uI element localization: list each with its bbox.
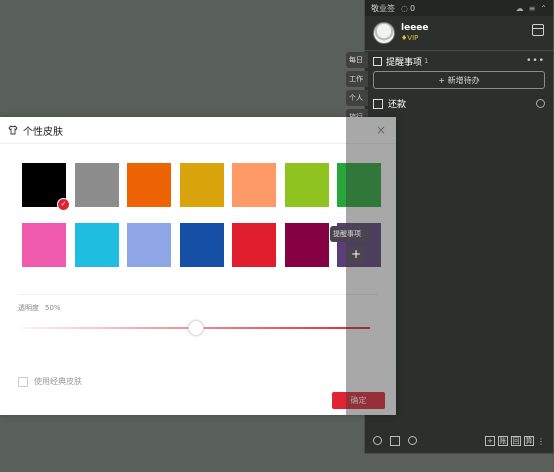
- color-swatch[interactable]: [127, 223, 171, 267]
- shirt-icon: [8, 125, 18, 135]
- color-swatch[interactable]: [232, 163, 276, 207]
- color-swatch[interactable]: [75, 163, 119, 207]
- side-tab[interactable]: 工作: [346, 71, 368, 87]
- confirm-button[interactable]: 确定: [332, 392, 385, 409]
- classic-skin-label: 使用经典皮肤: [34, 377, 82, 386]
- opacity-slider-handle[interactable]: [188, 320, 204, 336]
- panel-titlebar: 敬业签 ◌ 0 ☁ ≡ ⌃: [365, 0, 553, 16]
- more-vertical-icon[interactable]: ⋮: [537, 437, 545, 446]
- remind-title: 提醒事项: [386, 57, 423, 68]
- archive-icon[interactable]: [390, 436, 400, 446]
- classic-skin-option[interactable]: 使用经典皮肤: [18, 376, 82, 387]
- check-icon: ✓: [57, 198, 70, 211]
- todo-text: 还款: [388, 100, 407, 110]
- todo-checkbox[interactable]: [373, 98, 383, 109]
- side-tab-active[interactable]: 提醒事项: [330, 226, 370, 242]
- color-swatch[interactable]: [75, 223, 119, 267]
- reply-button[interactable]: 回: [511, 436, 521, 446]
- collapse-icon[interactable]: ⌃: [540, 4, 547, 13]
- remind-count: 1: [424, 57, 429, 65]
- color-swatch[interactable]: [337, 163, 381, 207]
- color-swatch[interactable]: ✓: [22, 163, 70, 211]
- opacity-value: 50%: [45, 304, 61, 312]
- dialog-title: 个性皮肤: [23, 126, 63, 138]
- color-swatch[interactable]: [22, 223, 66, 267]
- color-swatch[interactable]: [127, 163, 171, 207]
- classic-skin-checkbox[interactable]: [18, 376, 28, 387]
- side-tab[interactable]: 每日: [346, 52, 368, 68]
- color-swatch[interactable]: [180, 223, 224, 267]
- cloud-icon[interactable]: ☁: [516, 4, 524, 13]
- todo-item[interactable]: 还款: [365, 97, 553, 110]
- notification-count[interactable]: ◌ 0: [401, 4, 415, 13]
- menu-icon[interactable]: ≡: [529, 4, 536, 13]
- skin-dialog: 个性皮肤 × ✓ 透明度 50% 使用经典皮肤 确定: [0, 117, 396, 415]
- color-swatch[interactable]: [232, 223, 276, 267]
- remind-header: 提醒事项 1 •••: [365, 51, 553, 71]
- color-swatch[interactable]: [285, 223, 329, 267]
- close-icon[interactable]: ×: [376, 123, 386, 137]
- username: leeee: [401, 23, 429, 33]
- remind-icon: [373, 56, 382, 66]
- history-icon[interactable]: [373, 436, 382, 445]
- add-todo-button[interactable]: + 新增待办: [373, 71, 545, 89]
- panel-toolbar: + 账 回 算 ⋮: [365, 429, 553, 453]
- search-icon[interactable]: [408, 436, 417, 445]
- app-title: 敬业签: [371, 3, 395, 13]
- vip-badge: ♦VIP: [401, 34, 419, 42]
- opacity-label: 透明度 50%: [18, 304, 61, 312]
- user-row: leeee ♦VIP: [365, 16, 553, 50]
- color-swatch[interactable]: [180, 163, 224, 207]
- dialog-header: 个性皮肤: [0, 117, 396, 144]
- bell-icon: ◌: [401, 3, 408, 13]
- side-tab[interactable]: 个人: [346, 90, 368, 106]
- avatar[interactable]: [373, 22, 395, 44]
- ledger-button[interactable]: 账: [498, 436, 508, 446]
- add-tab-button[interactable]: +: [346, 245, 366, 263]
- add-note-button[interactable]: +: [485, 436, 495, 446]
- calendar-icon[interactable]: [532, 24, 544, 36]
- color-swatch[interactable]: [285, 163, 329, 207]
- more-icon[interactable]: •••: [526, 56, 545, 66]
- clock-icon[interactable]: [536, 99, 545, 108]
- calculator-button[interactable]: 算: [524, 436, 534, 446]
